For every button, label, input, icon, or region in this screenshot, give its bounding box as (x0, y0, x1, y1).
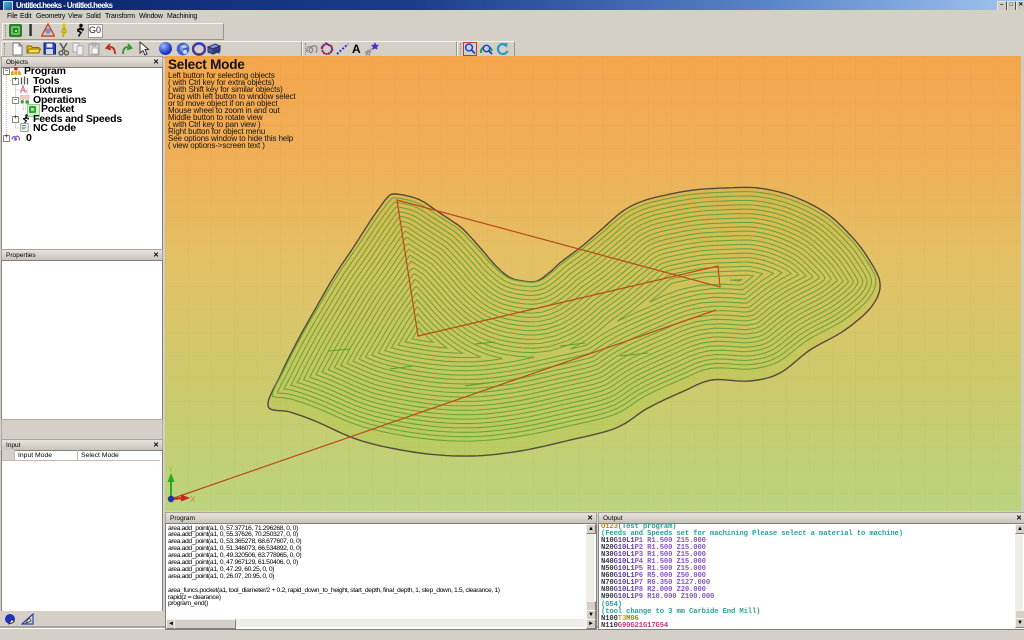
svg-text:Y: Y (168, 465, 174, 474)
svg-text:X: X (190, 495, 196, 504)
